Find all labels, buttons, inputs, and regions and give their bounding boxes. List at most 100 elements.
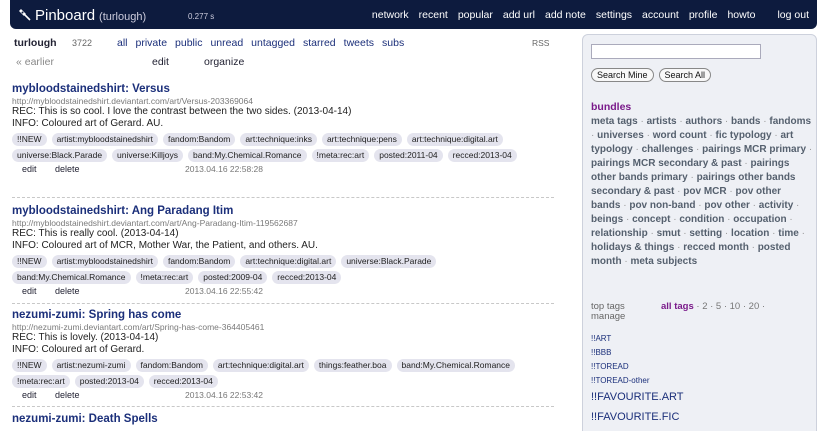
bundle-link[interactable]: meta subjects: [630, 256, 697, 267]
filter-subs[interactable]: subs: [382, 37, 404, 49]
all-tags-label[interactable]: all tags: [661, 301, 694, 312]
tag[interactable]: universe:Black.Parade: [12, 149, 108, 162]
nav-profile[interactable]: profile: [689, 9, 718, 21]
bundle-link[interactable]: fandoms: [769, 116, 811, 127]
tag-count-options[interactable]: · 2 · 5 · 10 · 20 ·: [696, 301, 765, 312]
manage-tags-link[interactable]: manage: [591, 311, 625, 322]
tag[interactable]: fandom:Bandom: [135, 359, 208, 372]
tag[interactable]: !meta:rec:art: [311, 149, 370, 162]
bundle-link[interactable]: pov other: [704, 200, 750, 211]
tag[interactable]: art:technique:inks: [240, 133, 317, 146]
bundle-link[interactable]: condition: [679, 214, 724, 225]
tag[interactable]: art:technique:digital.art: [240, 255, 337, 268]
bundle-link[interactable]: relationship: [591, 228, 648, 239]
tag-link[interactable]: !!BBB: [591, 348, 813, 357]
filter-unread[interactable]: unread: [210, 37, 243, 49]
filter-all[interactable]: all: [117, 37, 128, 49]
tag-link[interactable]: !!FAVOURITE.FIC: [591, 411, 813, 423]
tag[interactable]: !meta:rec:art: [135, 271, 194, 284]
tag[interactable]: universe:Killjoys: [112, 149, 183, 162]
bundle-link[interactable]: pov non-band: [629, 200, 695, 211]
tag[interactable]: artist:mybloodstainedshirt: [51, 133, 158, 146]
edit-link[interactable]: edit: [22, 286, 37, 296]
bundle-link[interactable]: holidays & things: [591, 242, 674, 253]
search-mine-button[interactable]: Search Mine: [591, 68, 654, 82]
bundle-link[interactable]: bands: [731, 116, 760, 127]
tag-link[interactable]: !!FAVOURITE.ART: [591, 391, 813, 403]
tag[interactable]: things:feather.boa: [313, 359, 392, 372]
filter-private[interactable]: private: [136, 37, 168, 49]
tag[interactable]: art:technique:digital.art: [406, 133, 503, 146]
edit-link[interactable]: edit: [22, 164, 37, 174]
bundle-link[interactable]: artists: [647, 116, 677, 127]
search-input[interactable]: [591, 44, 761, 59]
tag[interactable]: posted:2009-04: [198, 271, 268, 284]
delete-link[interactable]: delete: [55, 390, 80, 400]
tag[interactable]: art:technique:pens: [321, 133, 402, 146]
bookmark-title[interactable]: mybloodstainedshirt: Ang Paradang Itim: [12, 205, 554, 217]
bundle-link[interactable]: pairings MCR secondary & past: [591, 158, 742, 169]
bundle-link[interactable]: concept: [632, 214, 670, 225]
bulk-edit-link[interactable]: edit: [152, 56, 169, 68]
tag[interactable]: artist:nezumi-zumi: [51, 359, 131, 372]
tag-link[interactable]: !!ART: [591, 334, 813, 343]
bookmark-title[interactable]: nezumi-zumi: Death Spells: [12, 413, 554, 425]
nav-network[interactable]: network: [372, 9, 409, 21]
bundle-link[interactable]: setting: [689, 228, 722, 239]
bundle-link[interactable]: pairings MCR primary: [702, 144, 806, 155]
tag[interactable]: posted:2011-04: [374, 149, 443, 162]
tag[interactable]: !!NEW: [12, 359, 47, 372]
tag[interactable]: !meta:rec:art: [12, 375, 70, 388]
nav-logout[interactable]: log out: [777, 9, 809, 21]
earlier-link[interactable]: « earlier: [16, 56, 54, 68]
tag-link[interactable]: !!TOREAD-other: [591, 376, 813, 385]
tag[interactable]: recced:2013-04: [272, 271, 342, 284]
filter-public[interactable]: public: [175, 37, 202, 49]
delete-link[interactable]: delete: [55, 164, 80, 174]
filter-untagged[interactable]: untagged: [251, 37, 295, 49]
tag[interactable]: fandom:Bandom: [162, 255, 236, 268]
bundle-link[interactable]: word count: [653, 130, 707, 141]
bundle-link[interactable]: authors: [685, 116, 722, 127]
tag[interactable]: band:My.Chemical.Romance: [396, 359, 515, 372]
nav-settings[interactable]: settings: [596, 9, 632, 21]
filter-starred[interactable]: starred: [303, 37, 336, 49]
bundle-link[interactable]: challenges: [642, 144, 694, 155]
bundle-link[interactable]: activity: [759, 200, 793, 211]
nav-howto[interactable]: howto: [727, 9, 755, 21]
bundle-link[interactable]: fic typology: [715, 130, 771, 141]
tag[interactable]: fandom:Bandom: [162, 133, 236, 146]
tag[interactable]: posted:2013-04: [74, 375, 144, 388]
username[interactable]: turlough: [14, 37, 57, 49]
tag[interactable]: band:My.Chemical.Romance: [12, 271, 131, 284]
rss-link[interactable]: RSS: [532, 38, 549, 48]
delete-link[interactable]: delete: [55, 286, 80, 296]
nav-add-url[interactable]: add url: [503, 9, 535, 21]
bundle-link[interactable]: occupation: [733, 214, 786, 225]
tag[interactable]: recced:2013-04: [148, 375, 218, 388]
logo[interactable]: Pinboard (turlough): [18, 6, 146, 24]
bundle-link[interactable]: pov MCR: [683, 186, 726, 197]
nav-popular[interactable]: popular: [458, 9, 493, 21]
bundle-link[interactable]: meta tags: [591, 116, 638, 127]
nav-recent[interactable]: recent: [419, 9, 448, 21]
tag[interactable]: art:technique:digital.art: [212, 359, 309, 372]
bundle-link[interactable]: time: [778, 228, 799, 239]
filter-tweets[interactable]: tweets: [344, 37, 374, 49]
tag[interactable]: !!NEW: [12, 133, 47, 146]
bundle-link[interactable]: smut: [657, 228, 681, 239]
tag-link[interactable]: !!TOREAD: [591, 362, 813, 371]
edit-link[interactable]: edit: [22, 390, 37, 400]
search-all-button[interactable]: Search All: [658, 68, 712, 82]
organize-link[interactable]: organize: [204, 56, 244, 68]
tag[interactable]: !!NEW: [12, 255, 47, 268]
bundle-link[interactable]: recced month: [683, 242, 749, 253]
brand-name[interactable]: Pinboard: [35, 7, 95, 24]
bundle-link[interactable]: beings: [591, 214, 623, 225]
bookmark-title[interactable]: mybloodstainedshirt: Versus: [12, 83, 554, 95]
tag[interactable]: recced:2013-04: [447, 149, 517, 162]
bookmark-title[interactable]: nezumi-zumi: Spring has come: [12, 309, 554, 321]
nav-account[interactable]: account: [642, 9, 679, 21]
bundle-link[interactable]: universes: [597, 130, 644, 141]
bundle-link[interactable]: location: [731, 228, 769, 239]
